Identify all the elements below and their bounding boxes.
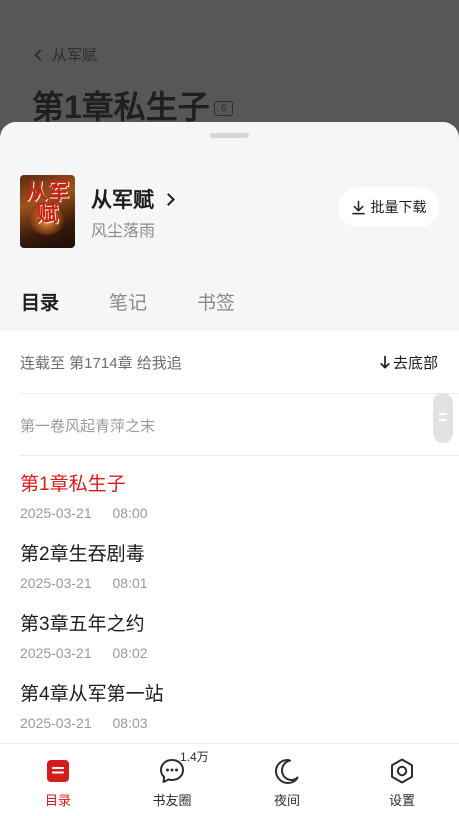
- book-cover[interactable]: 从军赋: [20, 175, 75, 248]
- chapter-item[interactable]: 第4章从军第一站 2025-03-21 08:03: [20, 679, 440, 743]
- nav-book-friends-label: 书友圈: [152, 793, 192, 808]
- catalog-sheet: 从军赋 从军赋 风尘落雨 批量下载 连载至 第1714章 给我追 去底部 第一卷…: [0, 122, 459, 816]
- nav-settings[interactable]: 设置: [362, 756, 442, 809]
- chapter-meta: 2025-03-21 08:02: [20, 645, 440, 661]
- back-label: 从军赋: [52, 47, 98, 64]
- chapter-list[interactable]: 连载至 第1714章 给我追 去底部 第一卷风起青萍之末 第1章私生子 2025…: [0, 331, 459, 743]
- chapter-time: 08:01: [112, 575, 148, 591]
- book-author: 风尘落雨: [91, 223, 156, 240]
- batch-download-label: 批量下载: [370, 199, 427, 215]
- chapter-title: 第3章五年之约: [20, 614, 145, 635]
- tab-catalog[interactable]: 目录: [21, 288, 59, 315]
- go-to-bottom-label: 去底部: [392, 355, 438, 372]
- chapter-date: 2025-03-21: [20, 715, 92, 731]
- moon-icon: [275, 759, 299, 784]
- chapter-title: 第1章私生子: [20, 474, 126, 495]
- fast-scroll-handle[interactable]: [433, 393, 453, 443]
- chapter-meta: 2025-03-21 08:03: [20, 715, 440, 731]
- chapter-date: 2025-03-21: [20, 505, 92, 521]
- chapter-item[interactable]: 第1章私生子 2025-03-21 08:00: [20, 469, 440, 539]
- nav-catalog[interactable]: 目录: [18, 756, 98, 809]
- download-icon: [351, 200, 365, 214]
- chapter-item[interactable]: 第3章五年之约 2025-03-21 08:02: [20, 609, 440, 679]
- catalog-icon: [47, 760, 69, 782]
- chapter-date: 2025-03-21: [20, 575, 92, 591]
- arrow-down-icon: [380, 355, 390, 369]
- bottom-nav: 目录 1.4万 书友圈 夜间 设置: [0, 743, 459, 816]
- chapter-meta: 2025-03-21 08:01: [20, 575, 440, 591]
- cover-title: 从军赋: [25, 179, 70, 227]
- chapter-title: 第2章生吞剧毒: [20, 544, 145, 565]
- settings-icon: [391, 758, 413, 784]
- chapter-time: 08:03: [112, 715, 148, 731]
- nav-book-friends[interactable]: 1.4万 书友圈: [132, 750, 212, 809]
- nav-settings-label: 设置: [388, 793, 415, 808]
- batch-download-button[interactable]: 批量下载: [338, 187, 439, 227]
- chevron-right-icon: [162, 192, 175, 206]
- book-header: 从军赋 从军赋 风尘落雨 批量下载: [0, 122, 459, 268]
- chevron-left-icon: [34, 48, 46, 61]
- nav-night-mode-label: 夜间: [273, 793, 300, 808]
- book-title: 从军赋: [91, 189, 154, 212]
- chapter-item[interactable]: 第2章生吞剧毒 2025-03-21 08:01: [20, 539, 440, 609]
- back-link[interactable]: 从军赋: [34, 44, 98, 65]
- divider: [20, 455, 459, 456]
- tab-notes[interactable]: 笔记: [109, 288, 147, 315]
- nav-book-friends-badge: 1.4万: [180, 750, 209, 764]
- nav-catalog-label: 目录: [44, 793, 71, 808]
- book-title-link[interactable]: 从军赋: [91, 184, 175, 214]
- tab-bookmarks[interactable]: 书签: [197, 288, 235, 315]
- volume-title: 第一卷风起青萍之末: [20, 418, 156, 435]
- go-to-bottom-button[interactable]: 去底部: [379, 352, 438, 373]
- chapter-time: 08:00: [112, 505, 148, 521]
- comment-count-badge[interactable]: 6: [213, 100, 234, 116]
- chapter-title: 第4章从军第一站: [20, 684, 164, 705]
- serial-status: 连载至 第1714章 给我追: [20, 355, 182, 372]
- nav-night-mode[interactable]: 夜间: [247, 756, 327, 809]
- chapter-time: 08:02: [112, 645, 148, 661]
- chapter-date: 2025-03-21: [20, 645, 92, 661]
- chapter-meta: 2025-03-21 08:00: [20, 505, 440, 521]
- divider: [20, 393, 459, 394]
